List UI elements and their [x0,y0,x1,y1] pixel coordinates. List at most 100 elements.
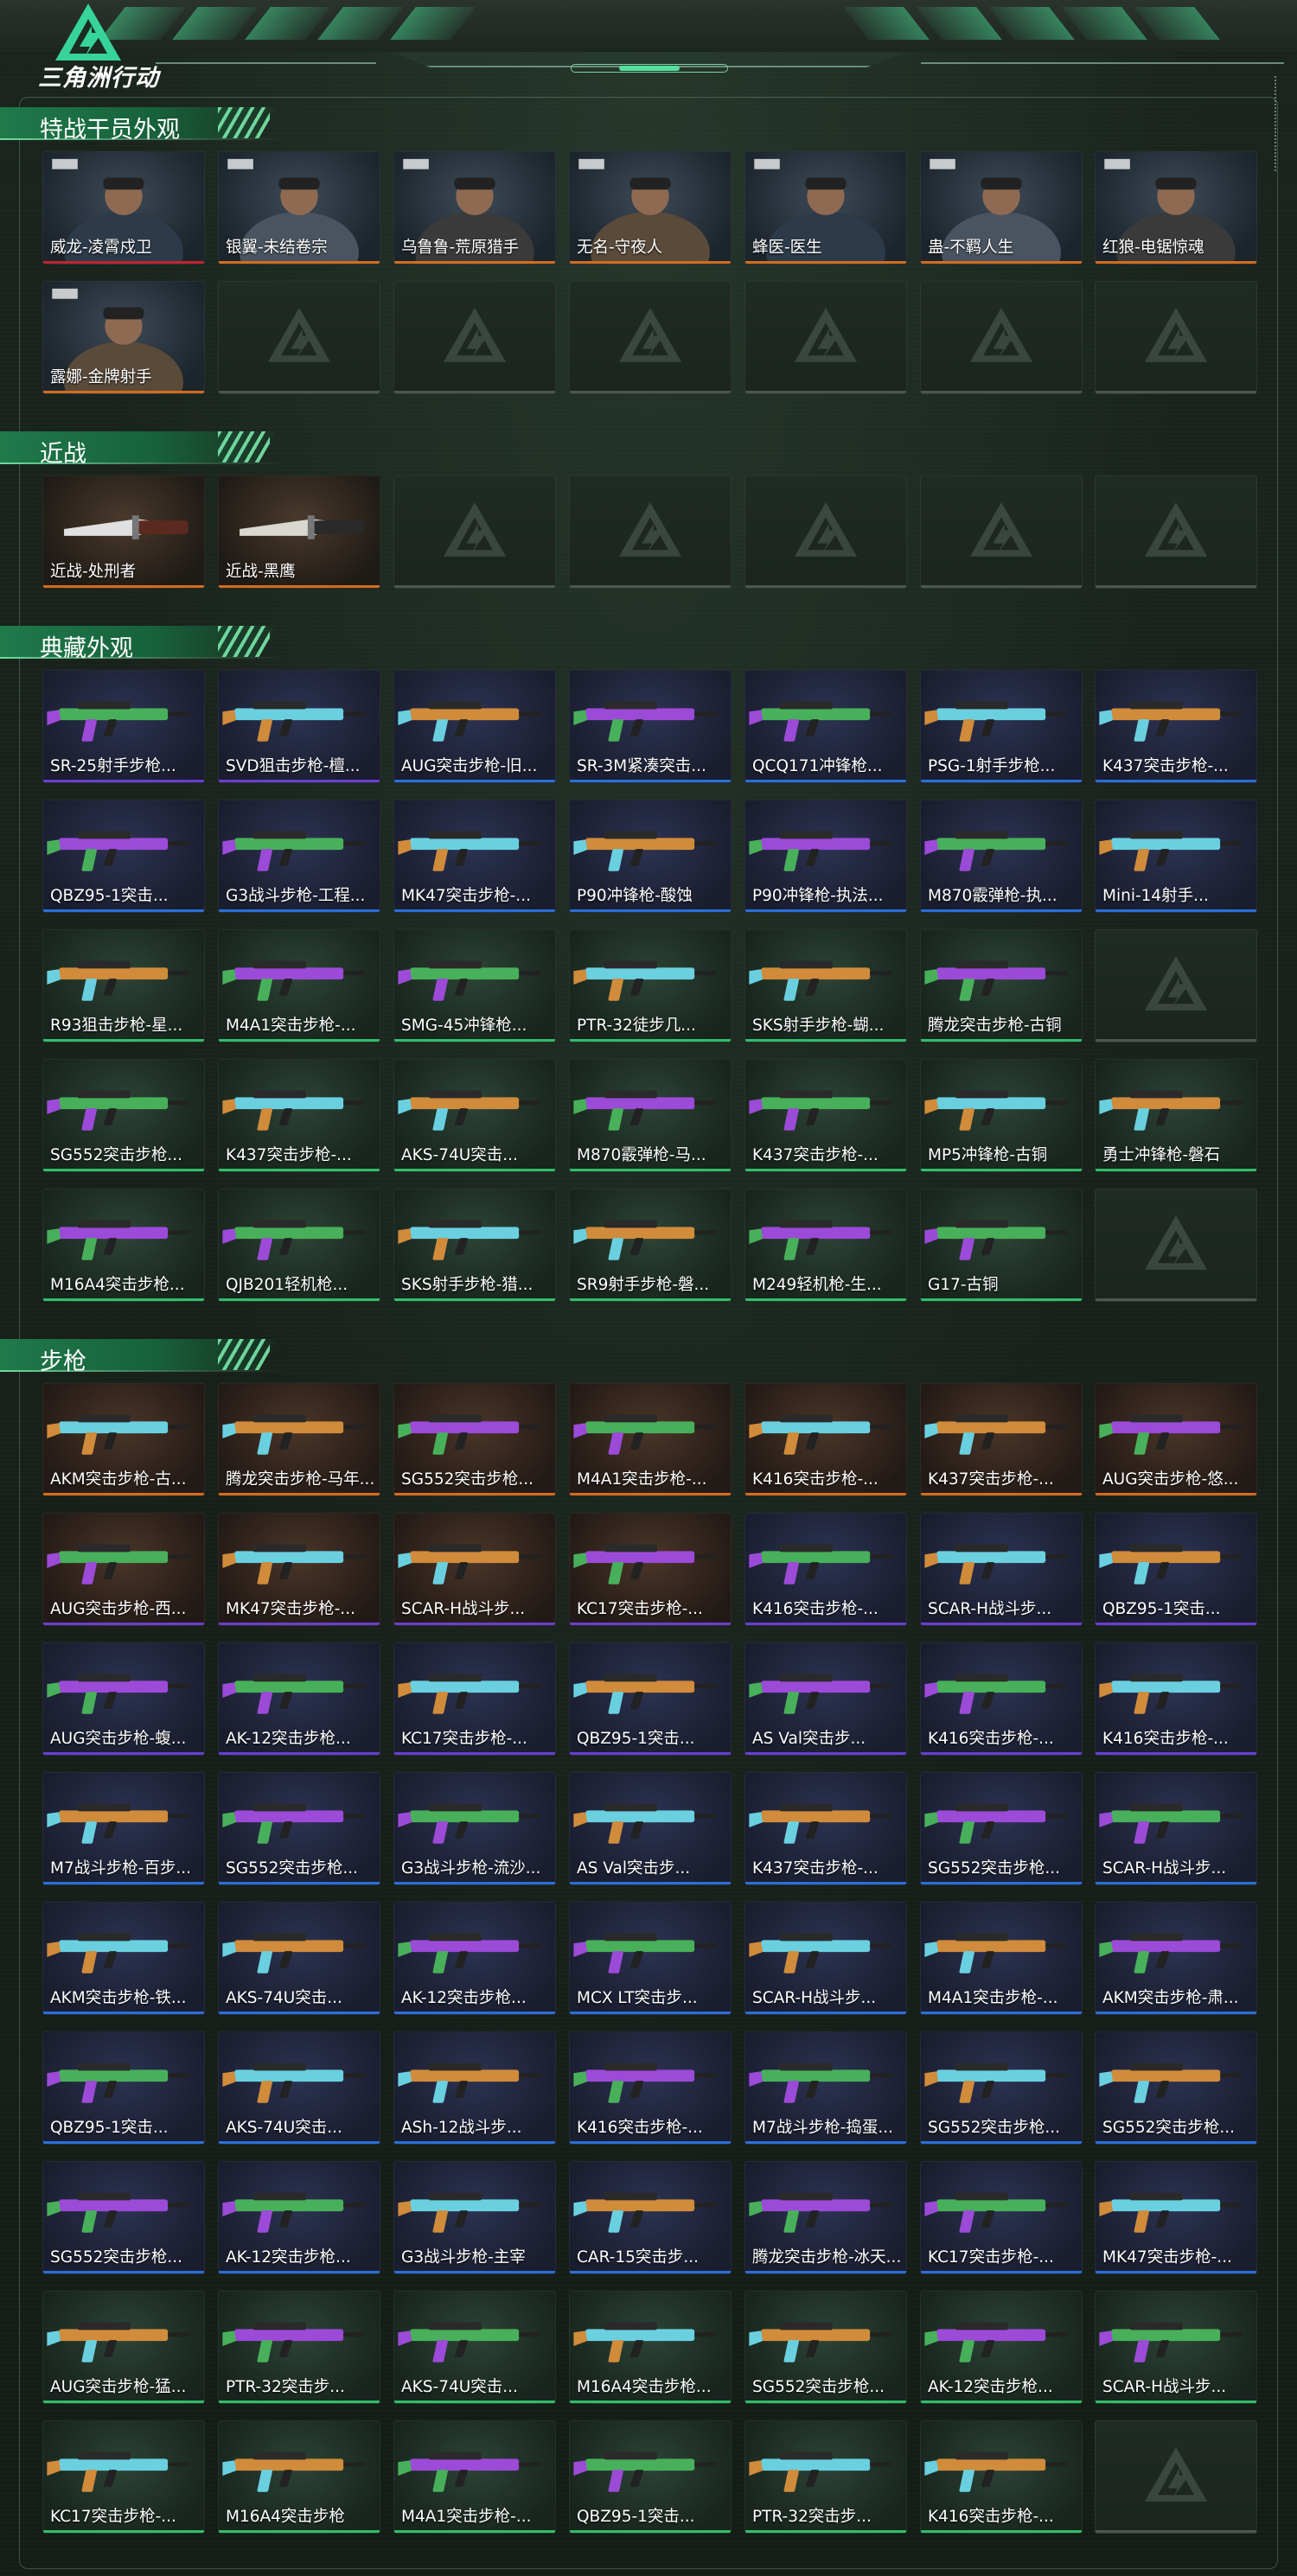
skin-card[interactable]: KC17突击步枪-... [920,2161,1083,2274]
skin-card[interactable]: 乌鲁鲁-荒原猎手 [393,151,556,265]
skin-card[interactable]: AS Val突击步... [744,1642,907,1756]
skin-card[interactable]: AKM突击步枪-古... [42,1383,205,1496]
scrollbar[interactable] [1275,76,1281,171]
skin-card[interactable]: QBZ95-1突击... [569,1642,732,1756]
skin-card[interactable]: AKS-74U突击... [393,1059,556,1172]
skin-card[interactable]: QCQ171冲锋枪... [744,670,907,783]
skin-card[interactable]: PSG-1射手步枪... [920,670,1083,783]
skin-card[interactable]: SG552突击步枪... [42,2161,205,2274]
skin-card[interactable]: 勇士冲锋枪-磐石 [1095,1059,1257,1172]
skin-card[interactable]: MK47突击步枪-... [1095,2161,1257,2274]
skin-card[interactable]: AUG突击步枪-猛... [42,2291,205,2404]
skin-card[interactable]: K416突击步枪-... [744,1513,907,1626]
skin-card[interactable]: G3战斗步枪-流沙... [393,1772,556,1885]
skin-card[interactable]: M870霰弹枪-执... [920,800,1083,913]
skin-card[interactable]: 无名-守夜人 [569,151,732,265]
skin-card[interactable]: SMG-45冲锋枪... [393,929,556,1043]
skin-card[interactable]: SG552突击步枪... [218,1772,380,1885]
skin-card[interactable]: P90冲锋枪-酸蚀 [569,800,732,913]
skin-card[interactable]: M4A1突击步枪-... [393,2420,556,2534]
skin-card[interactable]: MCX LT突击步... [569,1902,732,2015]
skin-card[interactable]: M16A4突击步枪... [42,1189,205,1302]
skin-card[interactable]: 腾龙突击步枪-冰天... [744,2161,907,2274]
skin-card[interactable]: AKS-74U突击... [218,2031,380,2145]
skin-card[interactable]: 腾龙突击步枪-古铜 [920,929,1083,1043]
skin-card[interactable]: 银翼-未结卷宗 [218,151,380,265]
skin-card[interactable]: MK47突击步枪-... [393,800,556,913]
skin-card[interactable]: K437突击步枪-... [744,1772,907,1885]
skin-card[interactable]: M16A4突击步枪 [218,2420,380,2534]
skin-card[interactable]: 威龙-凌霄戍卫 [42,151,205,265]
skin-card[interactable]: K437突击步枪-... [920,1383,1083,1496]
skin-card[interactable]: QBZ95-1突击... [42,800,205,913]
skin-card[interactable]: M7战斗步枪-捣蛋... [744,2031,907,2145]
skin-card[interactable]: SG552突击步枪... [42,1059,205,1172]
skin-card[interactable]: SCAR-H战斗步... [1095,1772,1257,1885]
skin-card[interactable]: PTR-32突击步... [218,2291,380,2404]
skin-card[interactable]: KC17突击步枪-... [569,1513,732,1626]
skin-card[interactable]: SG552突击步枪... [920,2031,1083,2145]
skin-card[interactable]: PTR-32徒步几... [569,929,732,1043]
skin-card[interactable]: QBZ95-1突击... [42,2031,205,2145]
skin-card[interactable]: M870霰弹枪-马... [569,1059,732,1172]
skin-card[interactable]: G3战斗步枪-工程... [218,800,380,913]
skin-card[interactable]: K416突击步枪-... [920,2420,1083,2534]
skin-card[interactable]: G3战斗步枪-主宰 [393,2161,556,2274]
skin-card[interactable]: SCAR-H战斗步... [1095,2291,1257,2404]
skin-card[interactable]: 蜂医-医生 [744,151,907,265]
skin-card[interactable]: KC17突击步枪-... [42,2420,205,2534]
skin-card[interactable]: Mini-14射手... [1095,800,1257,913]
skin-card[interactable]: SVD狙击步枪-檀... [218,670,380,783]
skin-card[interactable]: QBZ95-1突击... [569,2420,732,2534]
skin-card[interactable]: AKS-74U突击... [393,2291,556,2404]
skin-card[interactable]: K437突击步枪-... [744,1059,907,1172]
skin-card[interactable]: SKS射手步枪-蝴... [744,929,907,1043]
skin-card[interactable]: AS Val突击步... [569,1772,732,1885]
skin-card[interactable]: SG552突击步枪... [393,1383,556,1496]
skin-card[interactable]: 近战-处刑者 [42,475,205,589]
skin-card[interactable]: AKS-74U突击... [218,1902,380,2015]
skin-card[interactable]: PTR-32突击步... [744,2420,907,2534]
skin-card[interactable]: SCAR-H战斗步... [920,1513,1083,1626]
skin-card[interactable]: MP5冲锋枪-古铜 [920,1059,1083,1172]
skin-card[interactable]: K437突击步枪-... [218,1059,380,1172]
skin-card[interactable]: 腾龙突击步枪-马年... [218,1383,380,1496]
skin-card[interactable]: SG552突击步枪... [1095,2031,1257,2145]
skin-card[interactable]: SCAR-H战斗步... [393,1513,556,1626]
skin-card[interactable]: AUG突击步枪-悠... [1095,1383,1257,1496]
skin-card[interactable]: K416突击步枪-... [1095,1642,1257,1756]
skin-card[interactable]: SG552突击步枪... [920,1772,1083,1885]
skin-card[interactable]: SR9射手步枪-磐... [569,1189,732,1302]
skin-card[interactable]: 红狼-电锯惊魂 [1095,151,1257,265]
skin-card[interactable]: AKM突击步枪-肃... [1095,1902,1257,2015]
skin-card[interactable]: R93狙击步枪-星... [42,929,205,1043]
skin-card[interactable]: SR-3M紧凑突击... [569,670,732,783]
skin-card[interactable]: M4A1突击步枪-... [920,1902,1083,2015]
skin-card[interactable]: AKM突击步枪-铁... [42,1902,205,2015]
skin-card[interactable]: 近战-黑鹰 [218,475,380,589]
skin-card[interactable]: K416突击步枪-... [920,1642,1083,1756]
skin-card[interactable]: SCAR-H战斗步... [744,1902,907,2015]
skin-card[interactable]: SG552突击步枪... [744,2291,907,2404]
skin-card[interactable]: SKS射手步枪-猎... [393,1189,556,1302]
skin-card[interactable]: AUG突击步枪-西... [42,1513,205,1626]
skin-card[interactable]: MK47突击步枪-... [218,1513,380,1626]
skin-card[interactable]: AK-12突击步枪... [218,1642,380,1756]
skin-card[interactable]: 蛊-不羁人生 [920,151,1083,265]
skin-card[interactable]: AUG突击步枪-旧... [393,670,556,783]
skin-card[interactable]: G17-古铜 [920,1189,1083,1302]
skin-card[interactable]: AK-12突击步枪... [920,2291,1083,2404]
skin-card[interactable]: QJB201轻机枪... [218,1189,380,1302]
skin-card[interactable]: M4A1突击步枪-... [218,929,380,1043]
skin-card[interactable]: CAR-15突击步... [569,2161,732,2274]
skin-card[interactable]: AK-12突击步枪... [393,1902,556,2015]
skin-card[interactable]: 露娜-金牌射手 [42,281,205,394]
skin-card[interactable]: KC17突击步枪-... [393,1642,556,1756]
skin-card[interactable]: M4A1突击步枪-... [569,1383,732,1496]
skin-card[interactable]: ASh-12战斗步... [393,2031,556,2145]
skin-card[interactable]: SR-25射手步枪... [42,670,205,783]
skin-card[interactable]: K437突击步枪-... [1095,670,1257,783]
skin-card[interactable]: K416突击步枪-... [569,2031,732,2145]
skin-card[interactable]: M249轻机枪-生... [744,1189,907,1302]
skin-card[interactable]: AUG突击步枪-蝮... [42,1642,205,1756]
